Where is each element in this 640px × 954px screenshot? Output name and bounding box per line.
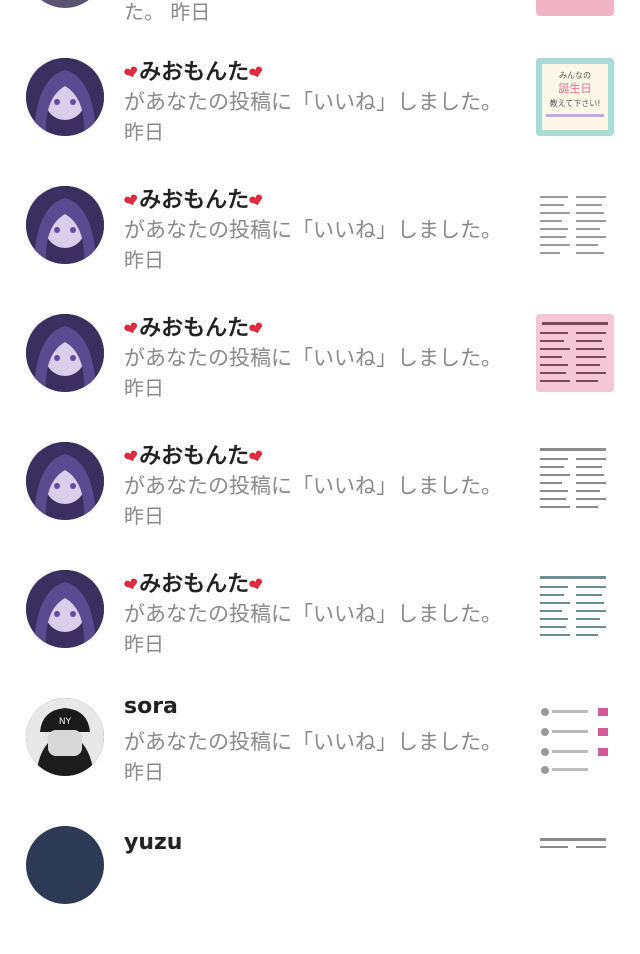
user-name[interactable]: yuzu [124,830,182,855]
user-name[interactable]: ❤みおもんた❤ [121,310,268,342]
notification-time: 昨日 [124,632,164,656]
avatar[interactable] [26,570,104,648]
notification-row-2[interactable]: ❤みおもんた❤ があなたの投稿に「いいね」しました。 昨日 [0,186,640,314]
notification-time: 昨日 [124,120,164,144]
user-name[interactable]: ❤みおもんた❤ [121,54,268,86]
svg-text:NY: NY [59,717,72,727]
user-name[interactable]: ❤みおもんた❤ [121,182,268,214]
heart-icon: ❤ [246,317,268,342]
avatar[interactable] [26,0,104,8]
user-name[interactable]: ❤みおもんた❤ [121,438,268,470]
notification-time: た。 昨日 [124,0,211,24]
svg-text:みんなの: みんなの [559,71,591,80]
notification-row-3[interactable]: ❤みおもんた❤ があなたの投稿に「いいね」しました。 昨日 [0,314,640,442]
heart-icon: ❤ [246,189,268,214]
notification-row-6[interactable]: NY sora があなたの投稿に「いいね」しました。 昨日 [0,694,640,826]
notification-row-4[interactable]: ❤みおもんた❤ があなたの投稿に「いいね」しました。 昨日 [0,442,640,570]
notification-row-7[interactable]: yuzu [0,826,640,954]
user-name[interactable]: ❤みおもんた❤ [121,566,268,598]
notification-message: があなたの投稿に「いいね」しました。 [124,474,502,498]
notification-time: 昨日 [124,760,164,784]
avatar[interactable] [26,58,104,136]
post-thumbnail[interactable] [536,698,614,776]
heart-icon: ❤ [246,61,268,86]
avatar[interactable] [26,186,104,264]
post-thumbnail[interactable] [536,834,614,912]
post-thumbnail[interactable] [536,0,614,16]
notification-message: があなたの投稿に「いいね」しました。 [124,602,502,626]
notification-time: 昨日 [124,376,164,400]
heart-icon: ❤ [246,573,268,598]
post-thumbnail[interactable] [536,570,614,648]
post-thumbnail[interactable]: みんなの 誕生日 教えて下さい! [536,58,614,136]
notification-message: があなたの投稿に「いいね」しました。 [124,218,502,242]
notification-row-5[interactable]: ❤みおもんた❤ があなたの投稿に「いいね」しました。 昨日 [0,570,640,698]
avatar[interactable] [26,826,104,904]
avatar[interactable]: NY [26,698,104,776]
avatar[interactable] [26,442,104,520]
svg-text:教えて下さい!: 教えて下さい! [550,98,601,108]
notification-message: があなたの投稿に「いいね」しました。 [124,346,502,370]
avatar[interactable] [26,314,104,392]
notification-row-1[interactable]: ❤みおもんた❤ があなたの投稿に「いいね」しました。 昨日 みんなの 誕生日 教… [0,58,640,186]
post-thumbnail[interactable] [536,314,614,392]
svg-text:誕生日: 誕生日 [559,81,592,95]
user-name[interactable]: sora [124,694,178,719]
notification-message: があなたの投稿に「いいね」しました。 [124,90,502,114]
post-thumbnail[interactable] [536,186,614,264]
notification-time: 昨日 [124,504,164,528]
post-thumbnail[interactable] [536,442,614,520]
notification-message: があなたの投稿に「いいね」しました。 [124,730,502,754]
heart-icon: ❤ [246,445,268,470]
notification-time: 昨日 [124,248,164,272]
